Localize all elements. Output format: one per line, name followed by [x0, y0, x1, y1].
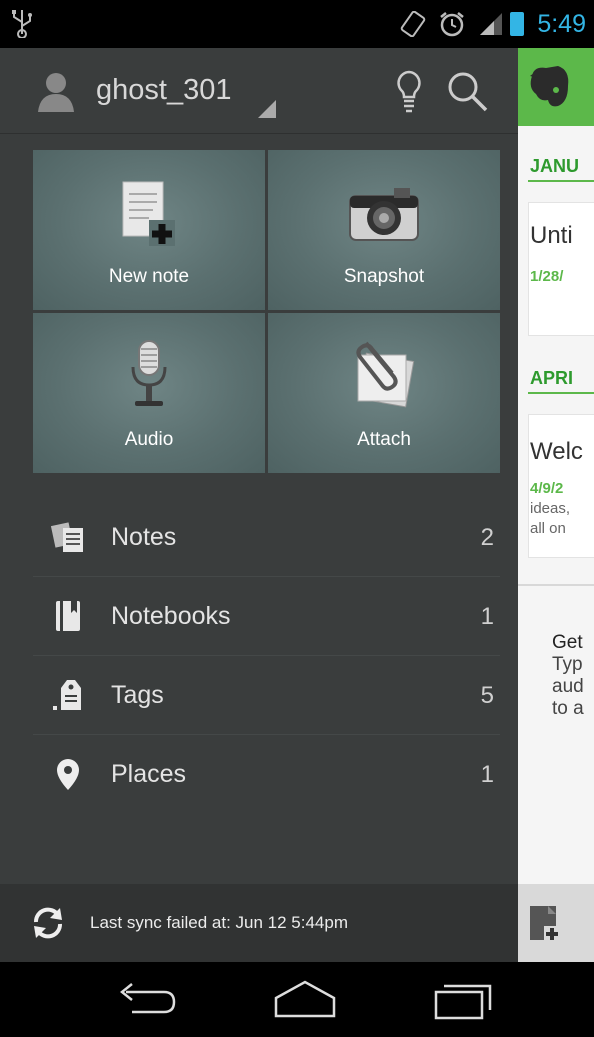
back-icon[interactable] — [112, 976, 178, 1022]
tile-label: Audio — [124, 429, 174, 450]
sync-status-bar[interactable]: Last sync failed at: Jun 12 5:44pm — [0, 884, 518, 962]
nav-item-count: 5 — [480, 682, 494, 709]
sync-status-text: Last sync failed at: Jun 12 5:44pm — [90, 913, 348, 932]
note-date: 4/9/2 — [530, 480, 564, 497]
lightbulb-icon[interactable] — [392, 68, 426, 114]
nav-item-tags[interactable]: Tags 5 — [33, 656, 500, 735]
nav-item-notebooks[interactable]: Notebooks 1 — [33, 577, 500, 656]
nav-item-label: Notes — [111, 523, 177, 551]
nav-item-label: Places — [111, 760, 187, 788]
bottom-action-bar — [518, 884, 594, 962]
nav-item-count: 1 — [480, 603, 494, 630]
section-divider — [528, 392, 594, 394]
nav-item-label: Notebooks — [111, 602, 231, 630]
usb-icon — [12, 10, 32, 38]
note-title: Unti — [530, 222, 573, 249]
recent-apps-icon[interactable] — [430, 976, 496, 1022]
note-snippet: all on — [530, 520, 566, 537]
account-username[interactable]: ghost_301 — [96, 74, 231, 107]
camera-icon — [349, 188, 419, 241]
note-date: 1/28/ — [530, 268, 564, 285]
signal-icon — [480, 13, 502, 35]
evernote-logo-icon[interactable] — [522, 62, 574, 112]
note-snippet: ideas, — [530, 500, 571, 517]
battery-icon — [510, 12, 524, 36]
status-bar: 5:49 — [0, 0, 594, 48]
getting-started-text: Typ — [552, 654, 583, 675]
drawer-header: ghost_301 — [0, 48, 518, 134]
tile-label: Attach — [357, 429, 411, 450]
home-icon[interactable] — [272, 976, 338, 1022]
notes-main-view: JANU Unti 1/28/ APRI Welc 4/9/2 ideas, a… — [518, 48, 594, 962]
account-dropdown-caret[interactable] — [258, 100, 276, 118]
section-divider — [528, 180, 594, 182]
notes-icon — [51, 522, 83, 552]
user-avatar-icon[interactable] — [36, 70, 76, 112]
alarm-icon — [440, 12, 464, 37]
quick-actions-grid: New note Snapshot Audio Attach — [33, 150, 500, 473]
tile-label: Snapshot — [343, 266, 425, 287]
microphone-icon — [131, 340, 167, 406]
nav-item-count: 2 — [480, 524, 494, 551]
sync-icon — [33, 907, 63, 939]
clock: 5:49 — [537, 10, 586, 38]
nav-item-places[interactable]: Places 1 — [33, 735, 500, 814]
snapshot-button[interactable]: Snapshot — [268, 150, 500, 310]
nav-item-label: Tags — [111, 681, 164, 709]
paperclip-icon — [356, 341, 415, 408]
note-title: Welc — [530, 438, 583, 465]
rotate-icon — [400, 11, 426, 37]
notebook-icon — [56, 601, 80, 631]
tile-label: New note — [108, 266, 190, 287]
nav-item-count: 1 — [480, 761, 494, 788]
system-navigation-bar — [0, 962, 594, 1037]
getting-started-text: aud — [552, 676, 584, 697]
location-pin-icon — [57, 759, 79, 790]
divider — [518, 584, 594, 586]
attach-button[interactable]: Attach — [268, 313, 500, 473]
getting-started-text: to a — [552, 698, 584, 719]
nav-item-notes[interactable]: Notes 2 — [33, 498, 500, 577]
section-header: JANU — [530, 156, 580, 176]
search-icon[interactable] — [444, 68, 490, 114]
new-note-icon — [122, 181, 175, 246]
audio-button[interactable]: Audio — [33, 313, 265, 473]
app-bar — [518, 48, 594, 126]
new-note-button[interactable]: New note — [33, 150, 265, 310]
tag-icon — [53, 680, 81, 710]
navigation-drawer: ghost_301 New note Snapshot Audio Attach… — [0, 48, 518, 962]
new-note-icon[interactable] — [528, 904, 562, 944]
getting-started-title: Get — [552, 632, 583, 653]
section-header: APRI — [530, 368, 574, 388]
drawer-nav-list: Notes 2 Notebooks 1 Tags 5 Places 1 — [33, 498, 500, 814]
